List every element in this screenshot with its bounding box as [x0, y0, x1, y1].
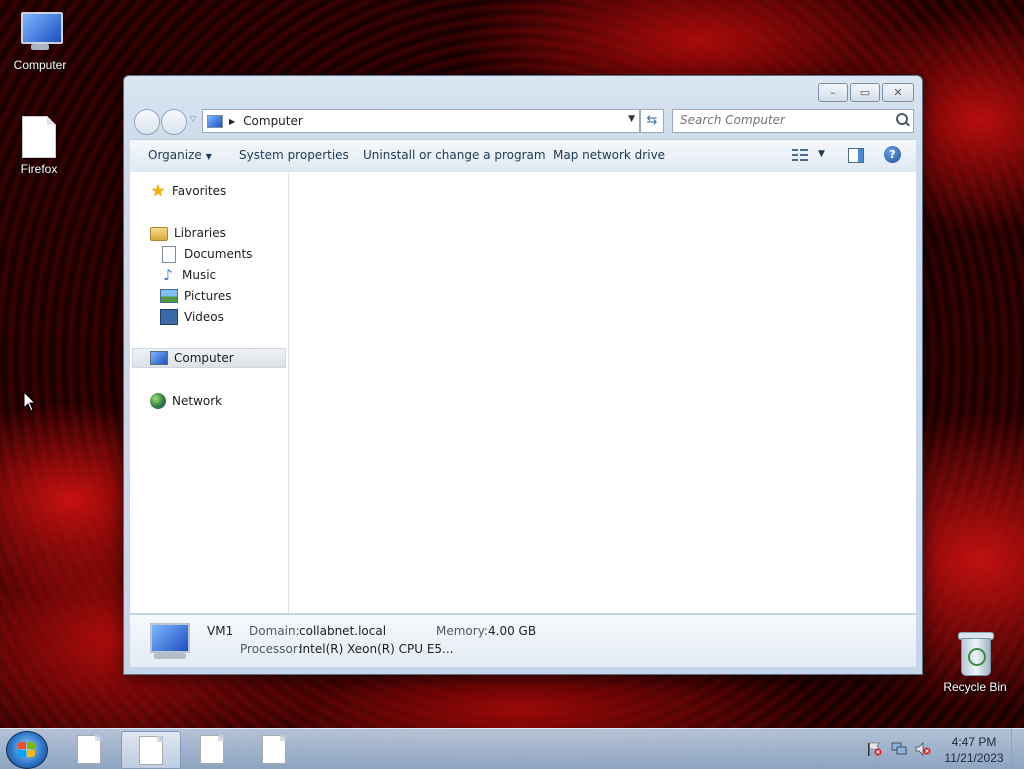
forward-button[interactable] [161, 109, 187, 135]
organize-button[interactable]: Organize ▼ [148, 148, 212, 162]
search-box[interactable] [672, 109, 914, 133]
preview-pane-icon[interactable] [848, 148, 864, 163]
caption-buttons: – ▭ ✕ [818, 83, 914, 102]
nav-item-label: Network [172, 394, 223, 408]
clock-date: 11/21/2023 [944, 751, 1004, 765]
nav-item-label: Music [182, 268, 217, 282]
taskbar-item-4[interactable] [245, 731, 303, 767]
start-button[interactable] [6, 731, 48, 769]
network-icon [150, 393, 166, 409]
navigation-bar: ▽ ▶ Computer ▼ ⇆ [132, 108, 914, 135]
nav-item-pictures[interactable]: Pictures [160, 286, 232, 306]
content-area: ★ Favorites Libraries Documents ♪ Music Pi… [130, 172, 916, 613]
recycle-bin-icon [958, 632, 994, 676]
uninstall-program-button[interactable]: Uninstall or change a program [363, 148, 546, 162]
show-desktop-button[interactable] [1011, 729, 1024, 769]
action-center-flag-icon[interactable] [866, 742, 882, 756]
map-network-drive-button[interactable]: Map network drive [553, 148, 665, 162]
volume-muted-icon[interactable] [915, 742, 931, 756]
details-pane: VM1 Domain: collabnet.local Memory: 4.00… [130, 614, 916, 667]
address-bar[interactable]: ▶ Computer ▼ [202, 109, 640, 133]
computer-icon [17, 10, 63, 54]
view-options-chevron-icon[interactable]: ▼ [818, 149, 825, 159]
file-icon [22, 116, 56, 158]
mouse-cursor-icon [23, 391, 37, 412]
taskbar-clock[interactable]: 4:47 PM 11/21/2023 [938, 734, 1010, 766]
libraries-icon [150, 227, 168, 241]
computer-icon [150, 351, 168, 365]
close-icon: ✕ [893, 86, 903, 99]
memory-value: 4.00 GB [488, 624, 537, 638]
nav-item-network[interactable]: Network [150, 391, 222, 411]
documents-icon [162, 245, 176, 263]
nav-item-computer[interactable]: Computer [132, 348, 286, 368]
explorer-window[interactable]: – ▭ ✕ ▽ ▶ Computer ▼ ⇆ Organize▼ System … [123, 75, 923, 675]
music-note-icon: ♪ [163, 266, 173, 284]
command-bar: Organize ▼ System properties Uninstall or… [130, 139, 916, 173]
maximize-icon: ▭ [859, 86, 871, 99]
computer-icon [148, 623, 192, 661]
nav-item-label: Computer [174, 351, 234, 365]
star-icon: ★ [150, 181, 166, 200]
help-icon[interactable]: ? [884, 146, 901, 163]
windows-logo-icon [18, 742, 36, 758]
search-input[interactable] [673, 110, 880, 130]
file-icon [200, 734, 224, 764]
nav-item-libraries[interactable]: Libraries [150, 223, 226, 243]
file-icon [77, 734, 101, 764]
nav-item-documents[interactable]: Documents [160, 244, 252, 264]
recent-pages-chevron-icon[interactable]: ▽ [190, 114, 196, 123]
nav-item-label: Libraries [174, 226, 226, 240]
taskbar: 4:47 PM 11/21/2023 [0, 728, 1024, 769]
address-dropdown-icon[interactable]: ▼ [628, 114, 635, 124]
network-status-icon[interactable] [891, 742, 907, 756]
minimize-icon: – [830, 86, 836, 99]
chevron-down-icon: ▼ [205, 152, 212, 161]
desktop-icon-label: Computer [13, 58, 67, 72]
taskbar-item-explorer[interactable] [121, 731, 181, 769]
clock-time: 4:47 PM [951, 735, 997, 749]
system-properties-button[interactable]: System properties [239, 148, 349, 162]
close-button[interactable]: ✕ [882, 83, 914, 102]
nav-item-favorites[interactable]: ★ Favorites [150, 181, 226, 201]
nav-item-label: Favorites [172, 184, 227, 198]
computer-name: VM1 [207, 624, 234, 638]
organize-label: Organize [148, 148, 202, 162]
domain-value: collabnet.local [299, 624, 387, 638]
nav-item-music[interactable]: ♪ Music [160, 265, 216, 285]
file-icon [262, 734, 286, 764]
navigation-pane: ★ Favorites Libraries Documents ♪ Music Pi… [130, 172, 289, 613]
minimize-button[interactable]: – [818, 83, 848, 102]
computer-icon [207, 114, 223, 128]
back-button[interactable] [134, 109, 160, 135]
desktop-icon-computer[interactable]: Computer [0, 10, 80, 72]
domain-label: Domain: [249, 624, 300, 638]
desktop-icon-label: Recycle Bin [943, 680, 1007, 694]
file-icon [139, 735, 163, 765]
nav-item-label: Documents [184, 247, 253, 261]
desktop-icon-recycle-bin[interactable]: Recycle Bin [935, 632, 1015, 694]
search-icon[interactable] [896, 113, 908, 125]
processor-label: Processor: [240, 642, 302, 656]
nav-item-videos[interactable]: Videos [160, 307, 224, 327]
breadcrumb-arrow-icon[interactable]: ▶ [229, 117, 235, 126]
desktop-icon-firefox[interactable]: Firefox [0, 116, 79, 176]
breadcrumb-computer[interactable]: Computer [243, 114, 303, 128]
processor-value: Intel(R) Xeon(R) CPU E5... [299, 642, 454, 656]
pictures-icon [160, 289, 178, 303]
desktop-icon-label: Firefox [20, 162, 58, 176]
refresh-icon: ⇆ [646, 113, 658, 128]
maximize-button[interactable]: ▭ [850, 83, 880, 102]
taskbar-item-1[interactable] [60, 731, 118, 767]
nav-item-label: Videos [184, 310, 224, 324]
taskbar-item-3[interactable] [183, 731, 241, 767]
nav-item-label: Pictures [184, 289, 232, 303]
change-view-icon[interactable] [792, 148, 808, 162]
memory-label: Memory: [436, 624, 488, 638]
videos-icon [160, 309, 178, 325]
refresh-button[interactable]: ⇆ [640, 109, 664, 133]
